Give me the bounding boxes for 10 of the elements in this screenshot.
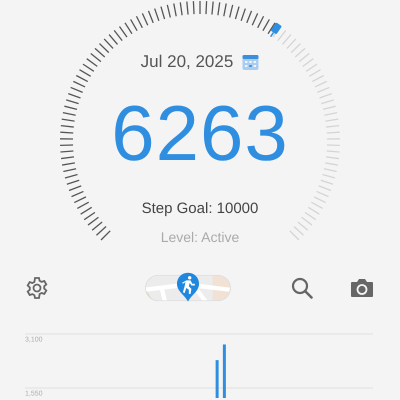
settings-icon[interactable] bbox=[25, 276, 49, 300]
chart-bar bbox=[222, 344, 226, 398]
calendar-icon[interactable] bbox=[242, 54, 260, 70]
step-goal-label: Step Goal: 10000 bbox=[142, 200, 258, 217]
chart-bar bbox=[216, 360, 219, 398]
camera-icon[interactable] bbox=[350, 278, 374, 298]
search-icon[interactable] bbox=[291, 277, 313, 299]
date-label: Jul 20, 2025 bbox=[140, 52, 234, 72]
step-count: 6263 bbox=[111, 94, 289, 172]
activity-level-label: Level: Active bbox=[160, 229, 240, 245]
